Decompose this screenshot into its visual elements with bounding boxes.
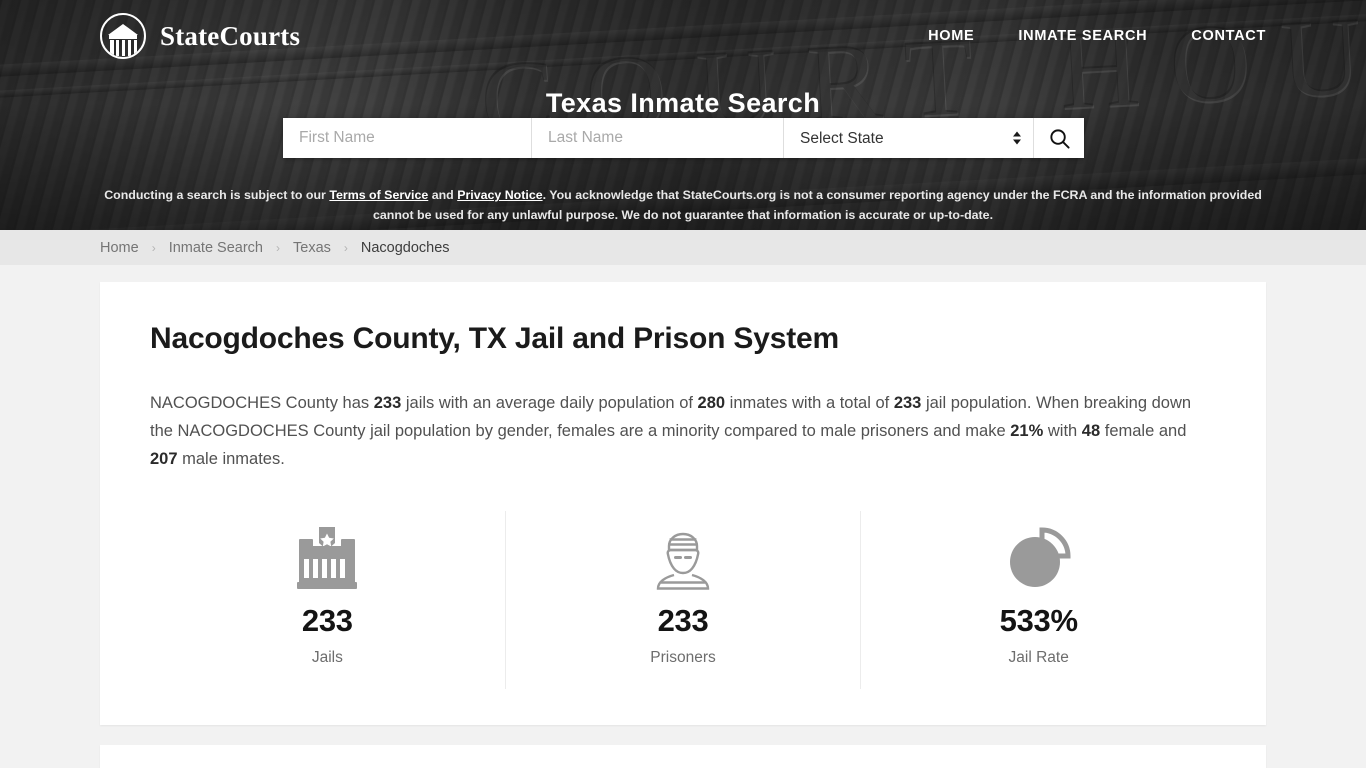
stat-value: 233 xyxy=(657,603,709,638)
pie-chart-icon xyxy=(861,523,1216,595)
intro-text-5: with xyxy=(1043,422,1082,440)
disclaimer-text-2: and xyxy=(428,188,458,203)
first-name-input[interactable] xyxy=(283,118,531,158)
stat-label: Jail Rate xyxy=(1008,649,1069,666)
inmate-search-form: Select State xyxy=(283,118,1084,158)
chevron-right-icon: › xyxy=(276,240,280,255)
brand-logo-link[interactable]: StateCourts xyxy=(100,13,300,59)
intro-text-6: female and xyxy=(1100,422,1187,440)
top-bar: StateCourts HOME INMATE SEARCH CONTACT xyxy=(0,0,1366,72)
intro-text-1: NACOGDOCHES County has xyxy=(150,394,374,412)
breadcrumb-item-current: Nacogdoches xyxy=(360,239,450,256)
brand-name: StateCourts xyxy=(160,20,301,51)
chevron-right-icon: › xyxy=(343,240,348,255)
breadcrumb-bar: Home › Inmate Search › Texas › Nacogdoch… xyxy=(0,230,1366,265)
intro-female-percent: 21% xyxy=(1010,422,1044,440)
nav-item-home[interactable]: HOME xyxy=(928,28,974,44)
breadcrumb-item-inmate-search[interactable]: Inmate Search xyxy=(169,240,263,256)
intro-text-2: jails with an average daily population o… xyxy=(401,394,698,412)
prisoner-icon xyxy=(506,523,861,595)
terms-of-service-link[interactable]: Terms of Service xyxy=(329,188,428,202)
hero-title: Texas Inmate Search xyxy=(545,88,821,119)
state-select-wrapper: Select State xyxy=(783,118,1033,158)
intro-female-count: 48 xyxy=(1081,422,1101,440)
stat-jails: 233 Jails xyxy=(150,511,505,689)
privacy-notice-link[interactable]: Privacy Notice xyxy=(457,188,542,202)
breadcrumb: Home › Inmate Search › Texas › Nacogdoch… xyxy=(100,240,450,256)
intro-jails-count: 233 xyxy=(373,394,402,412)
search-icon xyxy=(1049,128,1070,149)
chevron-right-icon: › xyxy=(151,240,156,255)
intro-text-7: male inmates. xyxy=(177,450,285,468)
secondary-card xyxy=(100,745,1266,768)
courthouse-circle-icon xyxy=(100,13,146,59)
disclaimer-text-1: Conducting a search is subject to our xyxy=(104,188,330,203)
page-content: Nacogdoches County, TX Jail and Prison S… xyxy=(0,265,1366,768)
nav-item-contact[interactable]: CONTACT xyxy=(1191,28,1266,44)
state-select[interactable]: Select State xyxy=(784,129,1033,147)
county-statistics: 233 Jails 233 Prisoners 533% Jail Rate xyxy=(150,511,1216,689)
breadcrumb-item-home[interactable]: Home xyxy=(100,240,139,256)
intro-male-count: 207 xyxy=(150,450,178,468)
jail-building-icon xyxy=(150,523,505,595)
stat-jail-rate: 533% Jail Rate xyxy=(860,511,1216,689)
county-intro-paragraph: NACOGDOCHES County has 233 jails with an… xyxy=(150,389,1215,473)
intro-total-population: 233 xyxy=(893,394,922,412)
page-title: Nacogdoches County, TX Jail and Prison S… xyxy=(150,322,839,355)
county-overview-card: Nacogdoches County, TX Jail and Prison S… xyxy=(100,282,1266,725)
site-header: COURT HOUSE StateCourts HOME INMATE SEAR… xyxy=(0,0,1366,230)
breadcrumb-item-texas[interactable]: Texas xyxy=(293,240,331,256)
stat-label: Jails xyxy=(311,649,343,666)
stat-label: Prisoners xyxy=(650,649,716,666)
last-name-input[interactable] xyxy=(531,118,783,158)
stat-value: 233 xyxy=(301,603,353,638)
search-submit-button[interactable] xyxy=(1033,118,1084,158)
intro-text-3: inmates with a total of xyxy=(725,394,894,412)
main-navigation: HOME INMATE SEARCH CONTACT xyxy=(928,28,1266,44)
intro-daily-population: 280 xyxy=(697,394,726,412)
stat-prisoners: 233 Prisoners xyxy=(504,511,861,689)
nav-item-inmate-search[interactable]: INMATE SEARCH xyxy=(1018,28,1147,44)
search-disclaimer: Conducting a search is subject to our Te… xyxy=(100,185,1266,225)
stat-value: 533% xyxy=(999,603,1078,638)
